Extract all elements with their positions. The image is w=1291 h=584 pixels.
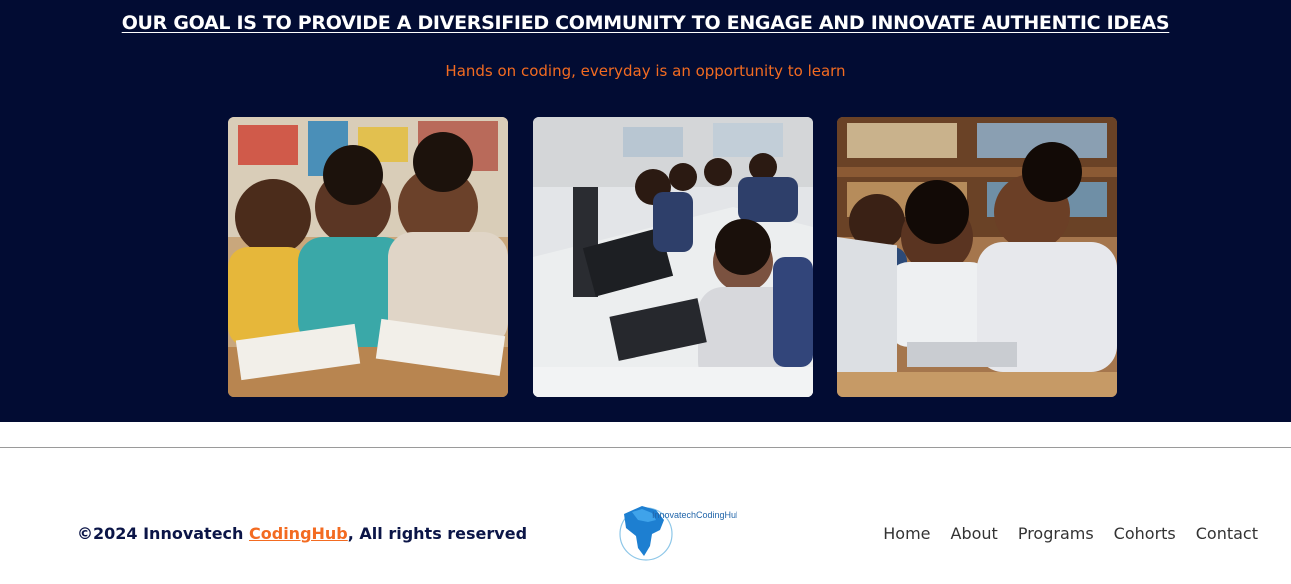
copyright-text: ©2024 Innovatech CodingHub, All rights r…	[77, 524, 527, 543]
footer-nav: Home About Programs Cohorts Contact	[883, 524, 1258, 543]
photo-children-writing	[228, 117, 508, 397]
copyright-suffix: , All rights reserved	[347, 524, 528, 543]
nav-home-link[interactable]: Home	[883, 524, 930, 543]
footer-divider	[0, 447, 1291, 448]
africa-logo-icon: InnovatechCodingHub	[619, 506, 737, 561]
nav-contact-link[interactable]: Contact	[1196, 524, 1258, 543]
photo-students-laptops	[837, 117, 1117, 397]
copyright-prefix: ©2024 Innovatech	[77, 524, 249, 543]
nav-programs-link[interactable]: Programs	[1018, 524, 1094, 543]
goal-section: OUR GOAL IS TO PROVIDE A DIVERSIFIED COM…	[0, 0, 1291, 422]
nav-cohorts-link[interactable]: Cohorts	[1114, 524, 1176, 543]
site-logo[interactable]: InnovatechCodingHub	[612, 500, 737, 564]
photo-computer-lab	[533, 117, 813, 397]
goal-subtitle: Hands on coding, everyday is an opportun…	[445, 62, 846, 80]
nav-about-link[interactable]: About	[951, 524, 998, 543]
codinghub-link[interactable]: CodingHub	[249, 524, 348, 543]
goal-title: OUR GOAL IS TO PROVIDE A DIVERSIFIED COM…	[121, 12, 1170, 34]
logo-text: InnovatechCodingHub	[652, 510, 737, 520]
